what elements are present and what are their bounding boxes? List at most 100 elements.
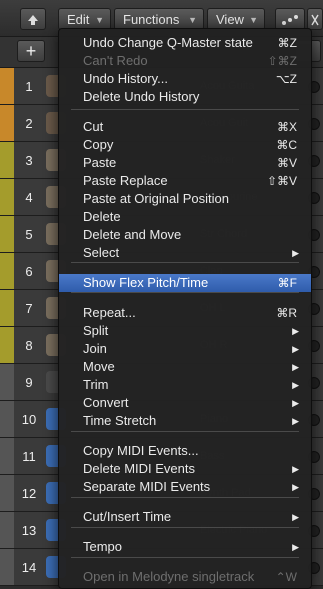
menu-item-shortcut: ⇧⌘Z [267, 54, 297, 68]
menu-item-label: Delete MIDI Events [83, 461, 195, 476]
menu-item-label: Copy MIDI Events... [83, 443, 199, 458]
menu-item-label: Paste at Original Position [83, 191, 229, 206]
submenu-arrow-icon: ▶ [292, 326, 299, 336]
menu-item-label: Select [83, 245, 120, 260]
submenu-arrow-icon: ▶ [292, 542, 299, 552]
menu-item-label: Tempo [83, 539, 123, 554]
menu-item-label: Open in Melodyne singletrack [83, 569, 255, 584]
menu-item-separate-midi-events[interactable]: Separate MIDI Events ▶ [59, 478, 311, 496]
menu-item-convert[interactable]: Convert ▶ [59, 394, 311, 412]
track-color-stripe [0, 179, 14, 215]
menu-item-label: Separate MIDI Events [83, 479, 211, 494]
menu-item-trim[interactable]: Trim ▶ [59, 376, 311, 394]
submenu-arrow-icon: ▶ [292, 380, 299, 390]
menu-item-label: Undo History... [83, 71, 169, 86]
menu-item-label: Split [83, 323, 109, 338]
menu-item-can-t-redo: Can't Redo ⇧⌘Z [59, 52, 311, 70]
menu-item-copy-midi-events[interactable]: Copy MIDI Events... [59, 442, 311, 460]
track-color-stripe [0, 105, 14, 141]
menu-item-delete-midi-events[interactable]: Delete MIDI Events ▶ [59, 460, 311, 478]
submenu-arrow-icon: ▶ [292, 464, 299, 474]
menu-item-shortcut: ⌘R [276, 306, 297, 320]
track-number: 10 [21, 412, 37, 427]
edit-dropdown-menu: Undo Change Q-Master state ⌘Z Can't Redo ⇧⌘… [58, 28, 312, 589]
submenu-arrow-icon: ▶ [292, 416, 299, 426]
menu-item-cut-insert-time[interactable]: Cut/Insert Time ▶ [59, 508, 311, 526]
functions-menu-label: Functions [123, 12, 180, 27]
track-number: 2 [25, 116, 33, 131]
submenu-arrow-icon: ▶ [292, 344, 299, 354]
menu-separator [71, 431, 299, 432]
menu-item-shortcut: ⌥Z [275, 72, 297, 86]
flex-tool-button[interactable] [275, 8, 305, 30]
menu-item-shortcut: ⇧⌘V [266, 174, 297, 188]
menu-separator [71, 262, 299, 263]
track-number: 6 [25, 264, 33, 279]
menu-item-label: Move [83, 359, 115, 374]
menu-item-paste-replace[interactable]: Paste Replace ⇧⌘V [59, 172, 311, 190]
menu-item-paste[interactable]: Paste ⌘V [59, 154, 311, 172]
menu-item-join[interactable]: Join ▶ [59, 340, 311, 358]
menu-item-shortcut: ⌘Z [277, 36, 297, 50]
edit-menu-button[interactable]: Edit ▼ [58, 8, 111, 30]
menu-item-show-flex-pitch-time[interactable]: Show Flex Pitch/Time ⌘F [59, 274, 311, 292]
track-color-stripe [0, 68, 14, 104]
scissors-icon [311, 14, 319, 26]
menu-item-label: Copy [83, 137, 114, 152]
menu-item-undo-change-q-master-state[interactable]: Undo Change Q-Master state ⌘Z [59, 34, 311, 52]
menu-item-time-stretch[interactable]: Time Stretch ▶ [59, 412, 311, 430]
track-number: 7 [25, 301, 33, 316]
track-number: 12 [21, 486, 37, 501]
menu-item-delete-undo-history[interactable]: Delete Undo History [59, 88, 311, 106]
menu-item-repeat[interactable]: Repeat... ⌘R [59, 304, 311, 322]
menu-item-select[interactable]: Select ▶ [59, 244, 311, 262]
submenu-arrow-icon: ▶ [292, 398, 299, 408]
track-number: 3 [25, 153, 33, 168]
menu-item-move[interactable]: Move ▶ [59, 358, 311, 376]
menu-item-delete[interactable]: Delete [59, 208, 311, 226]
track-color-stripe [0, 216, 14, 252]
menu-item-undo-history[interactable]: Undo History... ⌥Z [59, 70, 311, 88]
menu-item-label: Paste [83, 155, 117, 170]
scissors-tool-button[interactable] [307, 8, 323, 30]
track-color-stripe [0, 327, 14, 363]
menu-item-cut[interactable]: Cut ⌘X [59, 118, 311, 136]
up-arrow-button[interactable] [20, 8, 46, 30]
menu-item-label: Show Flex Pitch/Time [83, 275, 209, 290]
functions-menu-button[interactable]: Functions ▼ [114, 8, 204, 30]
menu-item-label: Delete Undo History [83, 89, 200, 104]
flex-icon [282, 15, 298, 25]
menu-item-shortcut: ⌘X [276, 120, 297, 134]
edit-menu-label: Edit [67, 12, 90, 27]
track-number: 14 [21, 560, 37, 575]
track-number: 9 [25, 375, 33, 390]
menu-item-tempo[interactable]: Tempo ▶ [59, 538, 311, 556]
menu-item-split[interactable]: Split ▶ [59, 322, 311, 340]
menu-separator [71, 497, 299, 498]
view-menu-button[interactable]: View ▼ [207, 8, 265, 30]
menu-item-label: Trim [83, 377, 109, 392]
track-color-stripe [0, 438, 14, 474]
menu-item-copy[interactable]: Copy ⌘C [59, 136, 311, 154]
track-number: 13 [21, 523, 37, 538]
track-number: 8 [25, 338, 33, 353]
menu-separator [71, 109, 299, 110]
menu-item-delete-and-move[interactable]: Delete and Move [59, 226, 311, 244]
menu-item-label: Time Stretch [83, 413, 157, 428]
view-menu-label: View [216, 12, 244, 27]
track-number: 4 [25, 190, 33, 205]
submenu-arrow-icon: ▶ [292, 482, 299, 492]
add-track-button[interactable]: + [17, 40, 45, 62]
menu-item-open-in-melodyne-singletrack: Open in Melodyne singletrack ⌃W [59, 568, 311, 586]
menu-item-label: Paste Replace [83, 173, 168, 188]
menu-item-label: Delete and Move [83, 227, 182, 242]
menu-item-shortcut: ⌘V [276, 156, 297, 170]
menu-item-label: Undo Change Q-Master state [83, 35, 253, 50]
menu-item-paste-at-original-position[interactable]: Paste at Original Position [59, 190, 311, 208]
menu-item-label: Delete [83, 209, 121, 224]
menu-separator [71, 527, 299, 528]
track-color-stripe [0, 253, 14, 289]
track-number: 5 [25, 227, 33, 242]
up-arrow-icon [28, 15, 38, 25]
menu-item-label: Cut/Insert Time [83, 509, 172, 524]
